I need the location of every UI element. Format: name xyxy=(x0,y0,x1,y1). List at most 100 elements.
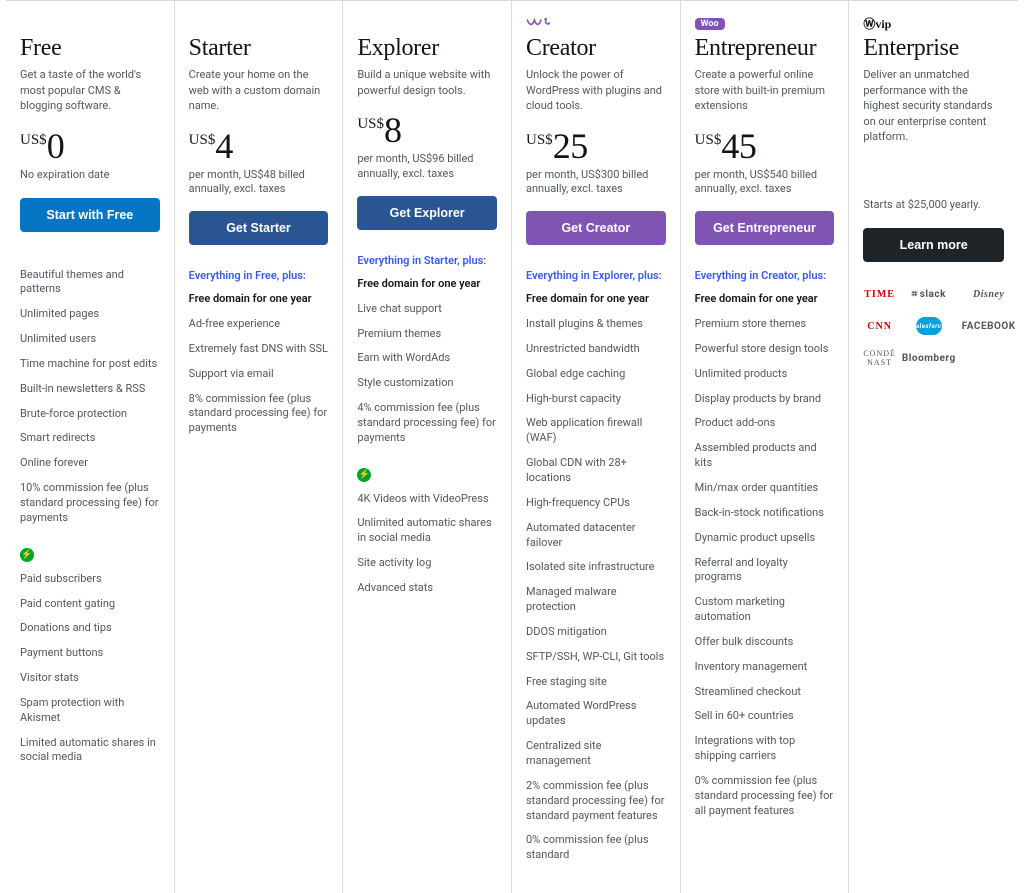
feature-item: Global CDN with 28+ locations xyxy=(526,456,666,486)
feature-item: Extremely fast DNS with SSL xyxy=(189,342,329,357)
feature-item: Global edge caching xyxy=(526,367,666,382)
billing-note: per month, US$540 billed annually, excl.… xyxy=(695,168,835,198)
feature-item: High-frequency CPUs xyxy=(526,496,666,511)
feature-item: Paid content gating xyxy=(20,597,160,612)
feature-item: Automated WordPress updates xyxy=(526,699,666,729)
brand-logo: TIME xyxy=(863,284,896,304)
feature-item: 0% commission fee (plus standard process… xyxy=(695,774,835,819)
feature-item: High-burst capacity xyxy=(526,392,666,407)
price-amount: 25 xyxy=(553,126,588,166)
plan-title: Entrepreneur xyxy=(695,35,835,61)
plan-column: Free Get a taste of the world's most popu… xyxy=(6,1,175,893)
brand-logo: Bloomberg xyxy=(902,348,956,368)
feature-item: Free staging site xyxy=(526,675,666,690)
feature-item: Beautiful themes and patterns xyxy=(20,268,160,298)
plan-subtitle: Deliver an unmatched performance with th… xyxy=(863,67,1004,144)
feature-item: Min/max order quantities xyxy=(695,481,835,496)
price-amount: 8 xyxy=(384,110,402,150)
bolt-icon: ⚡ xyxy=(20,548,34,562)
feature-item: Offer bulk discounts xyxy=(695,635,835,650)
plus-line: Everything in Explorer, plus: xyxy=(526,269,666,282)
price-amount: 0 xyxy=(47,126,65,166)
plan-column: Starter Create your home on the web with … xyxy=(175,1,344,893)
feature-item: Payment buttons xyxy=(20,646,160,661)
brand-logo: CNN xyxy=(863,316,896,336)
feature-item: Smart redirects xyxy=(20,431,160,446)
feature-item: Display products by brand xyxy=(695,392,835,407)
feature-item: Automated datacenter failover xyxy=(526,521,666,551)
plan-price: US$45per month, US$540 billed annually, … xyxy=(695,128,835,198)
feature-item: Managed malware protection xyxy=(526,585,666,615)
feature-item: Free domain for one year xyxy=(357,277,497,292)
feature-item: Unlimited pages xyxy=(20,307,160,322)
feature-item: Site activity log xyxy=(357,556,497,571)
feature-item: Earn with WordAds xyxy=(357,351,497,366)
plan-header: WooEntrepreneurCreate a powerful online … xyxy=(695,15,835,197)
plan-price: US$8per month, US$96 billed annually, ex… xyxy=(357,112,497,182)
feature-item: Product add-ons xyxy=(695,416,835,431)
feature-item: Isolated site infrastructure xyxy=(526,560,666,575)
feature-item: Dynamic product upsells xyxy=(695,531,835,546)
brand-logo: FACEBOOK xyxy=(962,316,1016,336)
plan-cta-button[interactable]: Learn more xyxy=(863,228,1004,262)
plus-line: Everything in Starter, plus: xyxy=(357,254,497,267)
feature-item: Visitor stats xyxy=(20,671,160,686)
feature-item: 0% commission fee (plus standard xyxy=(526,833,666,863)
plan-price: US$0No expiration date xyxy=(20,128,160,184)
feature-item: Powerful store design tools xyxy=(695,342,835,357)
bolt-icon: ⚡ xyxy=(357,468,371,482)
feature-item: Referral and loyalty programs xyxy=(695,556,835,586)
feature-item: Free domain for one year xyxy=(189,292,329,307)
plan-cta-button[interactable]: Get Creator xyxy=(526,211,666,245)
plan-badge-slot xyxy=(20,15,160,29)
feature-item: Assembled products and kits xyxy=(695,441,835,471)
feature-item: Ad-free experience xyxy=(189,317,329,332)
feature-item: Inventory management xyxy=(695,660,835,675)
plan-header: CreatorUnlock the power of WordPress wit… xyxy=(526,15,666,197)
brand-logo: salesforce xyxy=(902,316,956,336)
feature-item: 8% commission fee (plus standard process… xyxy=(189,392,329,437)
plan-header: ExplorerBuild a unique website with powe… xyxy=(357,15,497,182)
feature-item: Free domain for one year xyxy=(526,292,666,307)
plan-subtitle: Get a taste of the world's most popular … xyxy=(20,67,160,113)
plan-column: WooEntrepreneurCreate a powerful online … xyxy=(681,1,850,893)
feature-item: Donations and tips xyxy=(20,621,160,636)
enterprise-brands: TIME⌗slackDisneyCNNsalesforceFACEBOOKCON… xyxy=(863,284,1004,368)
woo-badge: Woo xyxy=(695,18,725,30)
feature-item: Centralized site management xyxy=(526,739,666,769)
feature-item: Free domain for one year xyxy=(695,292,835,307)
feature-item: Premium store themes xyxy=(695,317,835,332)
plan-title: Free xyxy=(20,35,160,61)
feature-item: Streamlined checkout xyxy=(695,685,835,700)
plan-subtitle: Build a unique website with powerful des… xyxy=(357,67,497,98)
feature-item: Install plugins & themes xyxy=(526,317,666,332)
plan-badge-slot xyxy=(357,15,497,29)
plan-cta-button[interactable]: Start with Free xyxy=(20,198,160,232)
feature-item: Paid subscribers xyxy=(20,572,160,587)
plan-title: Enterprise xyxy=(863,35,1004,61)
brand-logo: CONDÉ NAST xyxy=(863,348,896,368)
wp-vip-badge: Ⓦvip xyxy=(863,17,891,31)
currency-label: US$ xyxy=(189,128,216,149)
plan-column: ExplorerBuild a unique website with powe… xyxy=(343,1,512,893)
brand-logo: ⌗slack xyxy=(902,284,956,304)
currency-label: US$ xyxy=(526,128,553,149)
plan-cta-button[interactable]: Get Starter xyxy=(189,211,329,245)
plan-badge-slot: Ⓦvip xyxy=(863,15,1004,29)
plan-subtitle: Create your home on the web with a custo… xyxy=(189,67,329,113)
plan-cta-button[interactable]: Get Explorer xyxy=(357,196,497,230)
billing-note: per month, US$96 billed annually, excl. … xyxy=(357,152,497,182)
feature-item: Advanced stats xyxy=(357,581,497,596)
feature-item: Web application firewall (WAF) xyxy=(526,416,666,446)
feature-item: 2% commission fee (plus standard process… xyxy=(526,779,666,824)
plan-title: Starter xyxy=(189,35,329,61)
plan-cta-button[interactable]: Get Entrepreneur xyxy=(695,211,835,245)
feature-item: DDOS mitigation xyxy=(526,625,666,640)
pricing-grid: Free Get a taste of the world's most popu… xyxy=(6,0,1018,893)
plan-header: Free Get a taste of the world's most popu… xyxy=(20,15,160,184)
feature-item: Spam protection with Akismet xyxy=(20,696,160,726)
wordpress-squiggle-icon xyxy=(526,15,554,32)
billing-note: per month, US$48 billed annually, excl. … xyxy=(189,168,329,198)
plan-column: Ⓦvip Enterprise Deliver an unmatched perfo… xyxy=(849,1,1018,893)
currency-label: US$ xyxy=(20,128,47,149)
